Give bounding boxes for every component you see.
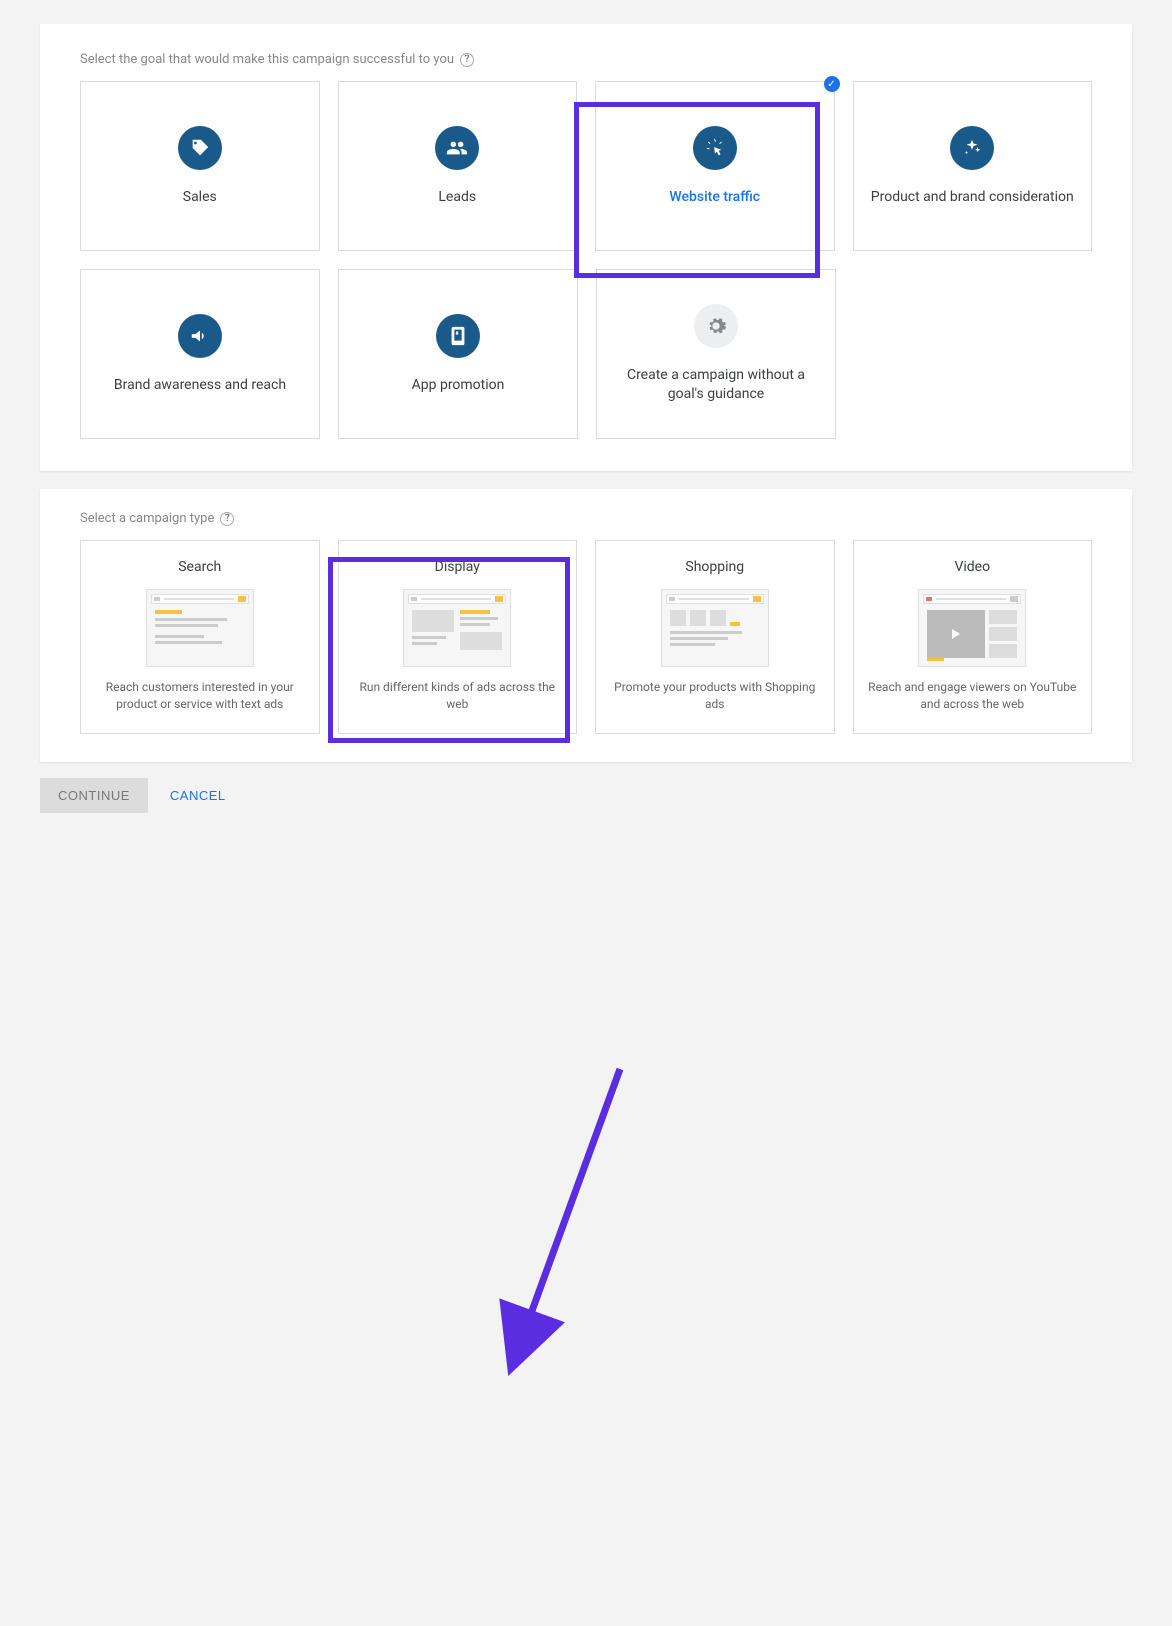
type-search[interactable]: Search Reach customers interested in you… [80,540,320,734]
type-title: Shopping [685,559,744,575]
campaign-type-panel: Select a campaign type ? Search Reach cu… [40,489,1132,762]
goal-product-brand[interactable]: Product and brand consideration [853,81,1093,251]
goals-row-1: Sales Leads ✓ Website traffic Product an… [80,81,1092,251]
goal-label: Product and brand consideration [855,188,1090,207]
type-heading: Select a campaign type ? [80,511,1092,526]
type-title: Display [435,559,480,575]
shopping-preview-icon [661,589,769,667]
goal-label: Website traffic [653,188,776,207]
display-preview-icon [403,589,511,667]
goal-website-traffic[interactable]: ✓ Website traffic [595,81,835,251]
type-title: Video [954,559,990,575]
type-desc: Reach and engage viewers on YouTube and … [868,679,1078,713]
selected-check-icon: ✓ [824,76,840,92]
tag-icon [178,126,222,170]
type-desc: Run different kinds of ads across the we… [353,679,563,713]
continue-button[interactable]: CONTINUE [40,778,148,813]
goals-row-2: Brand awareness and reach App promotion … [80,269,1092,439]
action-bar: CONTINUE CANCEL [40,778,1132,813]
help-icon[interactable]: ? [460,53,474,67]
type-video[interactable]: Video Reach and engage viewers on YouTub… [853,540,1093,734]
annotation-arrow [0,813,1172,1626]
phone-icon [436,314,480,358]
help-icon[interactable]: ? [220,512,234,526]
goal-label: Leads [422,188,492,207]
spacer [854,269,1092,439]
type-display[interactable]: Display Run differ [338,540,578,734]
type-desc: Promote your products with Shopping ads [610,679,820,713]
gear-icon [694,304,738,348]
goal-leads[interactable]: Leads [338,81,578,251]
people-icon [435,126,479,170]
type-desc: Reach customers interested in your produ… [95,679,305,713]
goal-label: Brand awareness and reach [98,376,302,395]
click-icon [693,126,737,170]
goal-brand-awareness[interactable]: Brand awareness and reach [80,269,320,439]
goals-panel: Select the goal that would make this cam… [40,24,1132,471]
goal-label: Create a campaign without a goal's guida… [597,366,835,404]
goal-sales[interactable]: Sales [80,81,320,251]
cancel-button[interactable]: CANCEL [164,787,232,804]
sparkle-icon [950,126,994,170]
goal-no-guidance[interactable]: Create a campaign without a goal's guida… [596,269,836,439]
video-preview-icon [918,589,1026,667]
type-title: Search [178,559,221,575]
goal-app-promotion[interactable]: App promotion [338,269,578,439]
goal-label: Sales [167,188,233,207]
type-shopping[interactable]: Shopping Promote your products with Shop… [595,540,835,734]
search-preview-icon [146,589,254,667]
speaker-icon [178,314,222,358]
type-heading-text: Select a campaign type [80,511,214,526]
goals-heading-text: Select the goal that would make this cam… [80,52,454,67]
type-row: Search Reach customers interested in you… [80,540,1092,734]
goal-label: App promotion [396,376,521,395]
goals-heading: Select the goal that would make this cam… [80,52,1092,67]
